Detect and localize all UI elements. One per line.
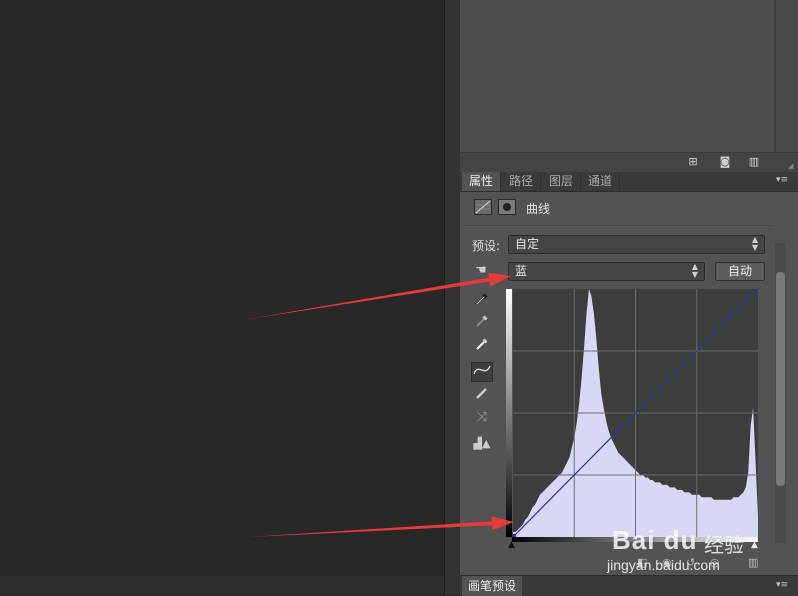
dropdown-arrows-icon: ▲ ▼ — [691, 262, 698, 279]
panel-menu-icon[interactable]: ▾≡ — [776, 175, 788, 185]
curves-adjustment-icon[interactable] — [474, 199, 492, 215]
dropdown-arrows-icon: ▲ ▼ — [751, 235, 758, 252]
curve-graph[interactable] — [509, 289, 758, 537]
tab-properties[interactable]: 属性 — [462, 172, 502, 191]
watermark-text: 经验 — [704, 533, 744, 557]
black-point-slider-icon[interactable]: ▲ — [508, 541, 515, 550]
panel-divider[interactable] — [444, 0, 461, 595]
white-point-slider-icon[interactable]: ▲ — [751, 541, 758, 550]
properties-scrollbar-thumb[interactable] — [776, 272, 785, 486]
preset-dropdown[interactable]: 自定 ▲ ▼ — [508, 235, 765, 254]
bottom-panel-tabbar: 画笔预设 ▾≡ — [460, 575, 798, 596]
tab-channels[interactable]: 通道 — [581, 172, 621, 191]
pencil-icon[interactable] — [471, 386, 493, 406]
adjustment-title: 曲线 — [526, 202, 551, 216]
upper-panel-footer: ⊞ ◙ ▥ ◢ — [460, 152, 798, 172]
upper-panel-scrollbar[interactable] — [775, 0, 798, 152]
watermark-logo: Bai du — [612, 525, 698, 555]
eyedropper-white-icon[interactable] — [471, 337, 493, 357]
panel-tabbar: 属性 路径 图层 通道 ▾≡ — [460, 172, 798, 192]
document-canvas — [0, 0, 444, 595]
channel-dropdown[interactable]: 蓝 ▲ ▼ — [508, 262, 705, 281]
clipping-warning-icon[interactable]: ▟▲ — [471, 434, 493, 454]
resize-grip-icon[interactable]: ◢ — [788, 162, 796, 170]
smooth-icon[interactable]: ⤨ — [471, 408, 493, 428]
preset-label: 预设: — [472, 239, 501, 253]
upper-panel-content — [460, 0, 775, 152]
watermark-url: jingyan.baidu.com — [607, 557, 720, 573]
eyedropper-black-icon[interactable] — [471, 292, 493, 312]
camera-icon[interactable]: ◙ — [718, 156, 732, 168]
new-layer-icon[interactable]: ⊞ — [686, 156, 700, 168]
curve-control-point — [755, 289, 758, 292]
right-panel-column: ⊞ ◙ ▥ ◢ 属性 路径 图层 通道 ▾≡ 曲线 预设: 自定 ▲ ▼ ☚ 蓝 … — [460, 0, 798, 596]
eyedropper-gray-icon[interactable] — [471, 314, 493, 334]
tab-brush-presets[interactable]: 画笔预设 — [462, 576, 523, 596]
divider — [462, 225, 772, 226]
curve-point-icon[interactable] — [471, 362, 493, 382]
tab-paths[interactable]: 路径 — [502, 172, 542, 191]
status-bar — [0, 576, 444, 595]
panel-menu-icon[interactable]: ▾≡ — [776, 580, 788, 590]
tab-layers[interactable]: 图层 — [542, 172, 582, 191]
auto-button[interactable]: 自动 — [715, 262, 765, 281]
preset-value: 自定 — [515, 237, 540, 251]
mask-icon[interactable] — [498, 199, 516, 215]
channel-value: 蓝 — [515, 264, 528, 278]
trash-icon[interactable]: ▥ — [747, 156, 761, 168]
output-gradient-bar — [506, 289, 512, 537]
delete-icon[interactable]: ▥ — [748, 556, 758, 569]
on-image-adjust-icon[interactable]: ☚ — [470, 261, 492, 281]
